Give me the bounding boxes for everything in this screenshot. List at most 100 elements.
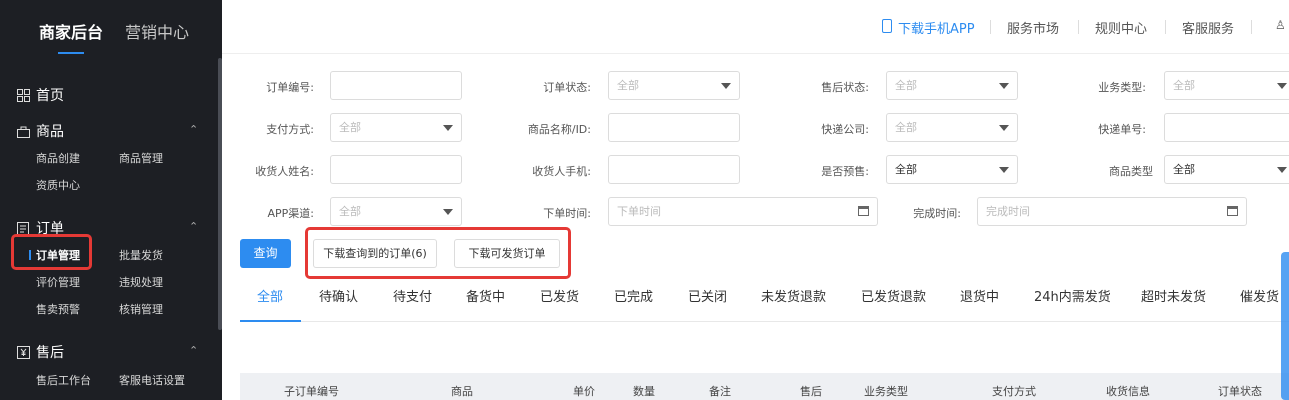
sidebar-item-label: 首页 xyxy=(36,88,64,104)
pay-method-select[interactable]: 全部 xyxy=(330,113,462,142)
sidebar-item-verification[interactable]: 核销管理 xyxy=(119,301,163,317)
floating-side-button[interactable] xyxy=(1281,252,1289,400)
sidebar-item-review-manage[interactable]: 评价管理 xyxy=(36,274,80,290)
calendar-icon xyxy=(858,206,869,216)
sidebar-header: 商家后台 营销中心 xyxy=(0,0,222,55)
query-button[interactable]: 查询 xyxy=(240,239,291,268)
receiver-phone-label: 收货人手机: xyxy=(532,165,591,178)
sidebar-section-label: 商品 xyxy=(36,124,64,140)
service-market-link[interactable]: 服务市场 xyxy=(1007,18,1059,37)
presale-select[interactable]: 全部 xyxy=(886,155,1018,184)
sidebar: 商家后台 营销中心 首页 商品 ⌃ 商品创建 商品管理 资质中心 订单 ⌃ 订单… xyxy=(0,0,222,400)
tab-merchant-backend[interactable]: 商家后台 xyxy=(39,19,103,43)
order-no-input[interactable] xyxy=(330,71,462,100)
finish-time-picker[interactable]: 完成时间 xyxy=(977,197,1247,226)
tab-shipped[interactable]: 已发货 xyxy=(540,286,579,305)
caret-down-icon xyxy=(999,83,1009,89)
column-header: 售后 xyxy=(800,385,822,398)
courier-select[interactable]: 全部 xyxy=(886,113,1018,142)
sidebar-item-violation[interactable]: 违规处理 xyxy=(119,274,163,290)
caret-down-icon xyxy=(443,209,453,215)
sidebar-item-aftersale-workbench[interactable]: 售后工作台 xyxy=(36,372,91,388)
tab-pending-payment[interactable]: 待支付 xyxy=(393,286,432,305)
chevron-up-icon[interactable]: ⌃ xyxy=(189,123,198,136)
bag-icon xyxy=(16,124,30,138)
caret-down-icon xyxy=(721,83,731,89)
select-value: 全部 xyxy=(1173,163,1195,176)
rules-center-link[interactable]: 规则中心 xyxy=(1095,18,1147,37)
tracking-label: 快递单号: xyxy=(1098,123,1146,136)
sidebar-item-qualification[interactable]: 资质中心 xyxy=(36,177,80,193)
caret-down-icon xyxy=(999,125,1009,131)
divider xyxy=(1165,20,1166,34)
phone-icon xyxy=(882,19,892,33)
tab-closed[interactable]: 已关闭 xyxy=(688,286,727,305)
top-bar: 下载手机APP 服务市场 规则中心 客服服务 ♙ xyxy=(222,0,1289,54)
tab-returning[interactable]: 退货中 xyxy=(960,286,999,305)
document-icon xyxy=(16,221,30,235)
tab-all[interactable]: 全部 xyxy=(257,286,283,305)
customer-service-link[interactable]: 客服服务 xyxy=(1182,18,1234,37)
caret-down-icon xyxy=(443,125,453,131)
tab-marketing-center[interactable]: 营销中心 xyxy=(125,19,189,43)
tab-refund-unshipped[interactable]: 未发货退款 xyxy=(761,286,826,305)
yen-box-icon xyxy=(16,345,30,359)
active-tab-indicator xyxy=(58,52,84,54)
download-app-link[interactable]: 下载手机APP xyxy=(898,18,975,37)
date-placeholder: 下单时间 xyxy=(617,205,661,218)
chevron-up-icon[interactable]: ⌃ xyxy=(189,344,198,357)
tracking-input[interactable] xyxy=(1164,113,1289,142)
table-header: 子订单编号 商品 单价 数量 备注 售后 业务类型 支付方式 收货信息 订单状态 xyxy=(240,373,1289,400)
sidebar-section-goods[interactable]: 商品 xyxy=(16,121,64,141)
app-channel-select[interactable]: 全部 xyxy=(330,197,462,226)
sidebar-item-goods-manage[interactable]: 商品管理 xyxy=(119,150,163,166)
tab-completed[interactable]: 已完成 xyxy=(614,286,653,305)
divider xyxy=(1251,20,1252,34)
column-header: 收货信息 xyxy=(1106,385,1150,398)
goods-type-select[interactable]: 全部 xyxy=(1164,155,1289,184)
biz-type-select[interactable]: 全部 xyxy=(1164,71,1289,100)
user-icon[interactable]: ♙ xyxy=(1275,18,1286,32)
biz-type-label: 业务类型: xyxy=(1098,81,1146,94)
sidebar-section-aftersale[interactable]: 售后 xyxy=(16,342,64,362)
select-value: 全部 xyxy=(895,79,917,92)
tab-overdue-unshipped[interactable]: 超时未发货 xyxy=(1141,286,1206,305)
column-header: 商品 xyxy=(451,385,473,398)
receiver-name-input[interactable] xyxy=(330,155,462,184)
highlight-box xyxy=(11,234,92,270)
sidebar-item-sales-alert[interactable]: 售卖预警 xyxy=(36,301,80,317)
sidebar-item-batch-ship[interactable]: 批量发货 xyxy=(119,247,163,263)
divider xyxy=(990,20,991,34)
order-time-picker[interactable]: 下单时间 xyxy=(608,197,878,226)
tab-pending-confirm[interactable]: 待确认 xyxy=(319,286,358,305)
tab-preparing[interactable]: 备货中 xyxy=(466,286,505,305)
tab-refund-shipped[interactable]: 已发货退款 xyxy=(861,286,926,305)
pay-method-label: 支付方式: xyxy=(266,123,314,136)
courier-label: 快递公司: xyxy=(821,123,869,136)
aftersale-status-label: 售后状态: xyxy=(821,81,869,94)
receiver-phone-input[interactable] xyxy=(608,155,740,184)
sidebar-scrollbar[interactable] xyxy=(218,58,222,330)
column-header: 业务类型 xyxy=(864,385,908,398)
order-status-select[interactable]: 全部 xyxy=(608,71,740,100)
tab-urge-ship[interactable]: 催发货 xyxy=(1240,286,1279,305)
tab-ship-within-24h[interactable]: 24h内需发货 xyxy=(1034,286,1111,305)
sidebar-item-home[interactable]: 首页 xyxy=(16,85,64,105)
column-header: 备注 xyxy=(709,385,731,398)
aftersale-status-select[interactable]: 全部 xyxy=(886,71,1018,100)
order-status-tabs: 全部 待确认 待支付 备货中 已发货 已完成 已关闭 未发货退款 已发货退款 退… xyxy=(240,276,1289,322)
order-status-label: 订单状态: xyxy=(543,81,591,94)
sidebar-item-goods-create[interactable]: 商品创建 xyxy=(36,150,80,166)
column-header: 支付方式 xyxy=(992,385,1036,398)
chevron-up-icon[interactable]: ⌃ xyxy=(189,220,198,233)
order-no-label: 订单编号: xyxy=(266,81,314,94)
caret-down-icon xyxy=(1277,83,1287,89)
select-value: 全部 xyxy=(617,79,639,92)
goods-name-label: 商品名称/ID: xyxy=(527,123,591,136)
grid-icon xyxy=(16,88,30,102)
select-value: 全部 xyxy=(339,121,361,134)
active-tab-ink xyxy=(240,320,301,322)
sidebar-section-label: 售后 xyxy=(36,345,64,361)
sidebar-item-cs-phone-settings[interactable]: 客服电话设置 xyxy=(119,372,185,388)
goods-name-input[interactable] xyxy=(608,113,740,142)
